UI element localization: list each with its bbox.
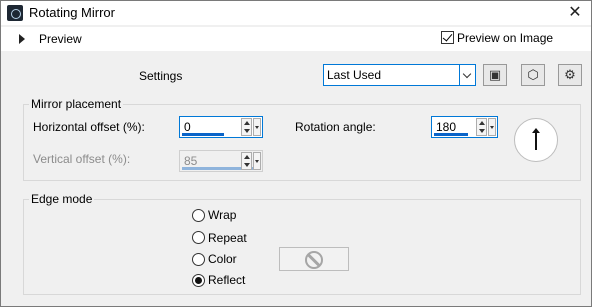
close-button[interactable]: ✕ [565, 3, 585, 23]
save-icon: ▣ [488, 67, 502, 82]
manage-presets-icon: ⚙ [564, 67, 576, 82]
rotation-angle-slider[interactable] [434, 133, 468, 136]
preview-on-image-checkbox[interactable] [441, 31, 454, 44]
rotation-angle-value[interactable]: 180 [436, 120, 456, 134]
horizontal-offset-slider[interactable] [182, 133, 224, 136]
title-bar: Rotating Mirror ✕ [1, 1, 591, 25]
preset-value: Last Used [327, 68, 382, 82]
wrap-radio[interactable] [192, 209, 205, 222]
vertical-offset-stepper: 85 [179, 150, 263, 172]
window-title: Rotating Mirror [29, 5, 115, 20]
save-preset-button[interactable]: ▣ [483, 64, 507, 86]
preview-on-image-label[interactable]: Preview on Image [457, 31, 553, 45]
rotation-angle-stepper[interactable]: 180 [431, 116, 498, 138]
expand-triangle-icon[interactable] [19, 34, 25, 44]
edge-color-swatch [279, 247, 349, 271]
mirror-placement-title: Mirror placement [29, 97, 124, 111]
rotating-mirror-dialog: Rotating Mirror ✕ Preview Preview on Ima… [0, 0, 592, 307]
settings-label: Settings [139, 69, 183, 83]
preview-label[interactable]: Preview [39, 32, 82, 46]
vertical-offset-dropdown [253, 152, 261, 170]
preset-dropdown[interactable]: Last Used [323, 64, 476, 86]
chevron-down-icon[interactable] [459, 65, 475, 85]
repeat-radio[interactable] [192, 231, 205, 244]
vertical-offset-label: Vertical offset (%): [33, 152, 131, 166]
color-label[interactable]: Color [208, 252, 237, 266]
wrap-label[interactable]: Wrap [208, 208, 236, 222]
randomize-icon: ⬡ [527, 67, 539, 82]
reflect-label[interactable]: Reflect [208, 273, 245, 287]
app-icon [7, 5, 23, 21]
prohibited-icon [305, 251, 323, 269]
vertical-offset-spin-buttons [241, 152, 252, 170]
horizontal-offset-dropdown[interactable] [253, 118, 261, 136]
horizontal-offset-spin-buttons[interactable] [241, 118, 252, 136]
rotation-dial[interactable] [514, 118, 558, 162]
vertical-offset-value: 85 [184, 154, 198, 168]
repeat-label[interactable]: Repeat [208, 231, 247, 245]
manage-presets-button[interactable]: ⚙ [558, 64, 582, 86]
rotation-angle-dropdown[interactable] [488, 118, 496, 136]
horizontal-offset-value[interactable]: 0 [184, 120, 191, 134]
dial-needle-icon [532, 128, 540, 150]
color-radio[interactable] [192, 253, 205, 266]
rotation-angle-label: Rotation angle: [295, 120, 376, 134]
horizontal-offset-label: Horizontal offset (%): [33, 120, 145, 134]
randomize-button[interactable]: ⬡ [521, 64, 545, 86]
reflect-radio[interactable] [192, 274, 205, 287]
edge-mode-title: Edge mode [29, 192, 95, 206]
horizontal-offset-stepper[interactable]: 0 [179, 116, 263, 138]
rotation-angle-spin-buttons[interactable] [476, 118, 487, 136]
